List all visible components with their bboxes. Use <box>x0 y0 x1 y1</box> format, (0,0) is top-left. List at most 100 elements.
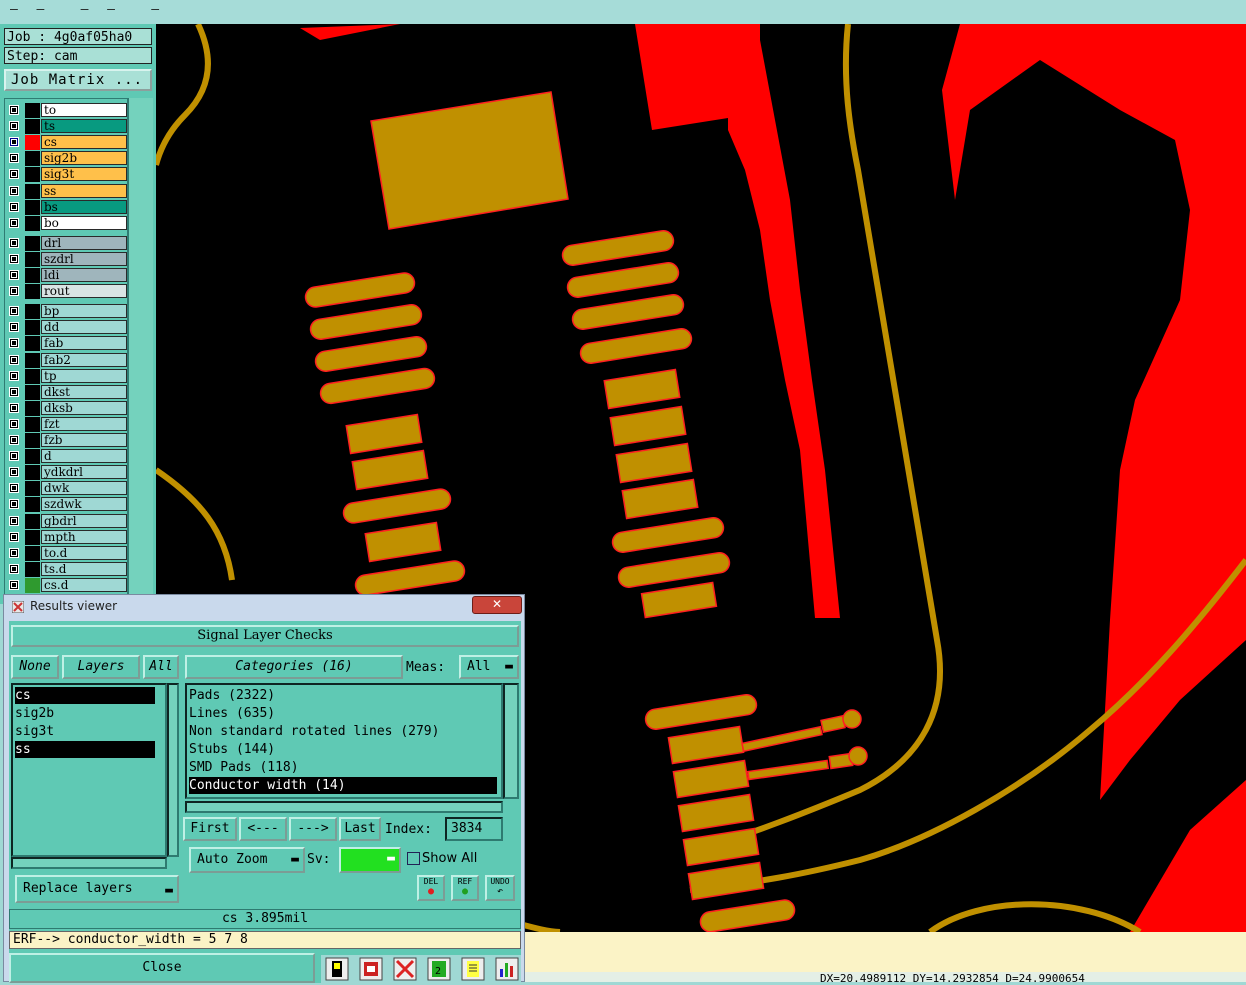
layer-row[interactable]: dkst <box>5 384 127 400</box>
show-all-checkbox[interactable] <box>407 852 420 865</box>
layer-row[interactable]: ts.d <box>5 561 127 577</box>
layer-checkbox[interactable] <box>9 451 19 462</box>
layer-name[interactable]: dd <box>41 320 127 335</box>
layer-row[interactable]: to.d <box>5 545 127 561</box>
layer-name[interactable]: fzt <box>41 416 127 431</box>
layer-row[interactable]: dwk <box>5 481 127 497</box>
replace-layers-dropdown[interactable]: Replace layers ▬ <box>15 875 179 903</box>
layer-color-swatch[interactable] <box>25 513 40 529</box>
ref-button[interactable]: REF ● <box>451 875 479 901</box>
layer-checkbox[interactable] <box>9 270 19 280</box>
category-list-vscroll[interactable] <box>503 683 519 799</box>
category-list-hscroll[interactable] <box>185 801 503 813</box>
layer-color-swatch[interactable] <box>25 336 40 352</box>
layer-color-swatch[interactable] <box>25 433 40 448</box>
del-button[interactable]: DEL ● <box>417 875 445 901</box>
layer-checkbox[interactable] <box>9 499 19 510</box>
layer-color-swatch[interactable] <box>25 400 40 416</box>
layer-name[interactable]: ts <box>41 119 127 134</box>
layer-checkbox[interactable] <box>9 435 19 445</box>
list-item[interactable]: Conductor width (14) <box>189 777 497 794</box>
layer-color-swatch[interactable] <box>25 384 40 400</box>
layer-row[interactable]: rout <box>5 284 127 300</box>
layer-checkbox[interactable] <box>9 105 19 115</box>
layer-row[interactable]: fzt <box>5 416 127 432</box>
layer-name[interactable]: ldi <box>41 268 127 282</box>
auto-zoom-dropdown[interactable]: Auto Zoom ▬ <box>189 847 305 873</box>
layer-checkbox[interactable] <box>9 286 19 297</box>
results-viewer-titlebar[interactable]: Results viewer <box>4 595 524 619</box>
layer-name[interactable]: fab <box>41 336 127 351</box>
tool-report-icon[interactable] <box>461 957 485 981</box>
layer-color-swatch[interactable] <box>25 304 40 320</box>
list-item[interactable]: Pads (2322) <box>189 687 497 704</box>
layer-name[interactable]: dkst <box>41 384 127 399</box>
layer-row[interactable]: fzb <box>5 433 127 448</box>
list-item[interactable]: Lines (635) <box>189 705 497 722</box>
layer-name[interactable]: mpth <box>41 529 127 544</box>
layer-checkbox[interactable] <box>9 563 19 574</box>
layer-color-swatch[interactable] <box>25 449 40 465</box>
layer-checkbox[interactable] <box>9 370 19 381</box>
layer-color-swatch[interactable] <box>25 561 40 577</box>
layer-row[interactable]: dd <box>5 320 127 336</box>
layer-name[interactable]: sig3t <box>41 167 127 182</box>
layer-color-swatch[interactable] <box>25 183 40 199</box>
tool-highlight-icon[interactable] <box>325 957 349 981</box>
layer-checkbox[interactable] <box>9 185 19 196</box>
layer-color-swatch[interactable] <box>25 151 40 167</box>
layer-name[interactable]: tp <box>41 368 127 383</box>
layer-name[interactable]: dksb <box>41 400 127 415</box>
layer-row[interactable]: to <box>5 103 127 118</box>
layer-checkbox[interactable] <box>9 306 19 317</box>
layer-row[interactable]: gbdrl <box>5 513 127 529</box>
tool-delete-layer-icon[interactable] <box>359 957 383 981</box>
none-button[interactable]: None <box>11 655 59 679</box>
layer-checkbox[interactable] <box>9 579 19 590</box>
layer-color-swatch[interactable] <box>25 465 40 481</box>
layer-row[interactable]: fab <box>5 336 127 352</box>
layer-name[interactable]: ydkdrl <box>41 465 127 480</box>
layer-checkbox[interactable] <box>9 467 19 478</box>
layer-color-swatch[interactable] <box>25 119 40 135</box>
layer-color-swatch[interactable] <box>25 529 40 545</box>
layers-button[interactable]: Layers <box>62 655 140 679</box>
layer-checkbox[interactable] <box>9 322 19 333</box>
layer-checkbox[interactable] <box>9 217 19 228</box>
layer-row[interactable]: fab2 <box>5 352 127 368</box>
layer-checkbox[interactable] <box>9 137 19 148</box>
layer-checkbox[interactable] <box>9 386 19 397</box>
layer-row[interactable]: cs.d <box>5 577 127 593</box>
previous-button[interactable]: <--- <box>239 817 287 841</box>
layer-name[interactable]: cs.d <box>41 577 127 592</box>
layer-list-vscroll[interactable] <box>167 683 179 857</box>
layer-checkbox[interactable] <box>9 338 19 349</box>
layer-checkbox[interactable] <box>9 354 19 365</box>
layer-color-swatch[interactable] <box>25 167 40 183</box>
layer-row[interactable]: cs <box>5 135 127 151</box>
list-item[interactable]: cs <box>15 687 155 704</box>
layer-row[interactable]: bs <box>5 199 127 215</box>
layer-row[interactable]: szdwk <box>5 497 127 513</box>
layer-name[interactable]: ss <box>41 183 127 198</box>
layer-row[interactable]: drl <box>5 235 127 251</box>
layer-color-swatch[interactable] <box>25 103 40 118</box>
layer-name[interactable]: cs <box>41 135 127 150</box>
layer-row[interactable]: bp <box>5 304 127 320</box>
layer-row[interactable]: ydkdrl <box>5 465 127 481</box>
layer-color-swatch[interactable] <box>25 235 40 251</box>
list-item[interactable]: ss <box>15 741 155 758</box>
layer-color-swatch[interactable] <box>25 284 40 300</box>
layer-row[interactable]: mpth <box>5 529 127 545</box>
layer-checkbox[interactable] <box>9 515 19 526</box>
layer-color-swatch[interactable] <box>25 199 40 215</box>
layer-color-swatch[interactable] <box>25 135 40 151</box>
layer-name[interactable]: szdrl <box>41 251 127 266</box>
layer-checkbox[interactable] <box>9 547 19 558</box>
layer-name[interactable]: dwk <box>41 481 127 496</box>
layer-checkbox[interactable] <box>9 402 19 413</box>
layer-color-swatch[interactable] <box>25 577 40 593</box>
layer-checkbox[interactable] <box>9 201 19 212</box>
layer-name[interactable]: to <box>41 103 127 117</box>
layer-color-swatch[interactable] <box>25 320 40 336</box>
